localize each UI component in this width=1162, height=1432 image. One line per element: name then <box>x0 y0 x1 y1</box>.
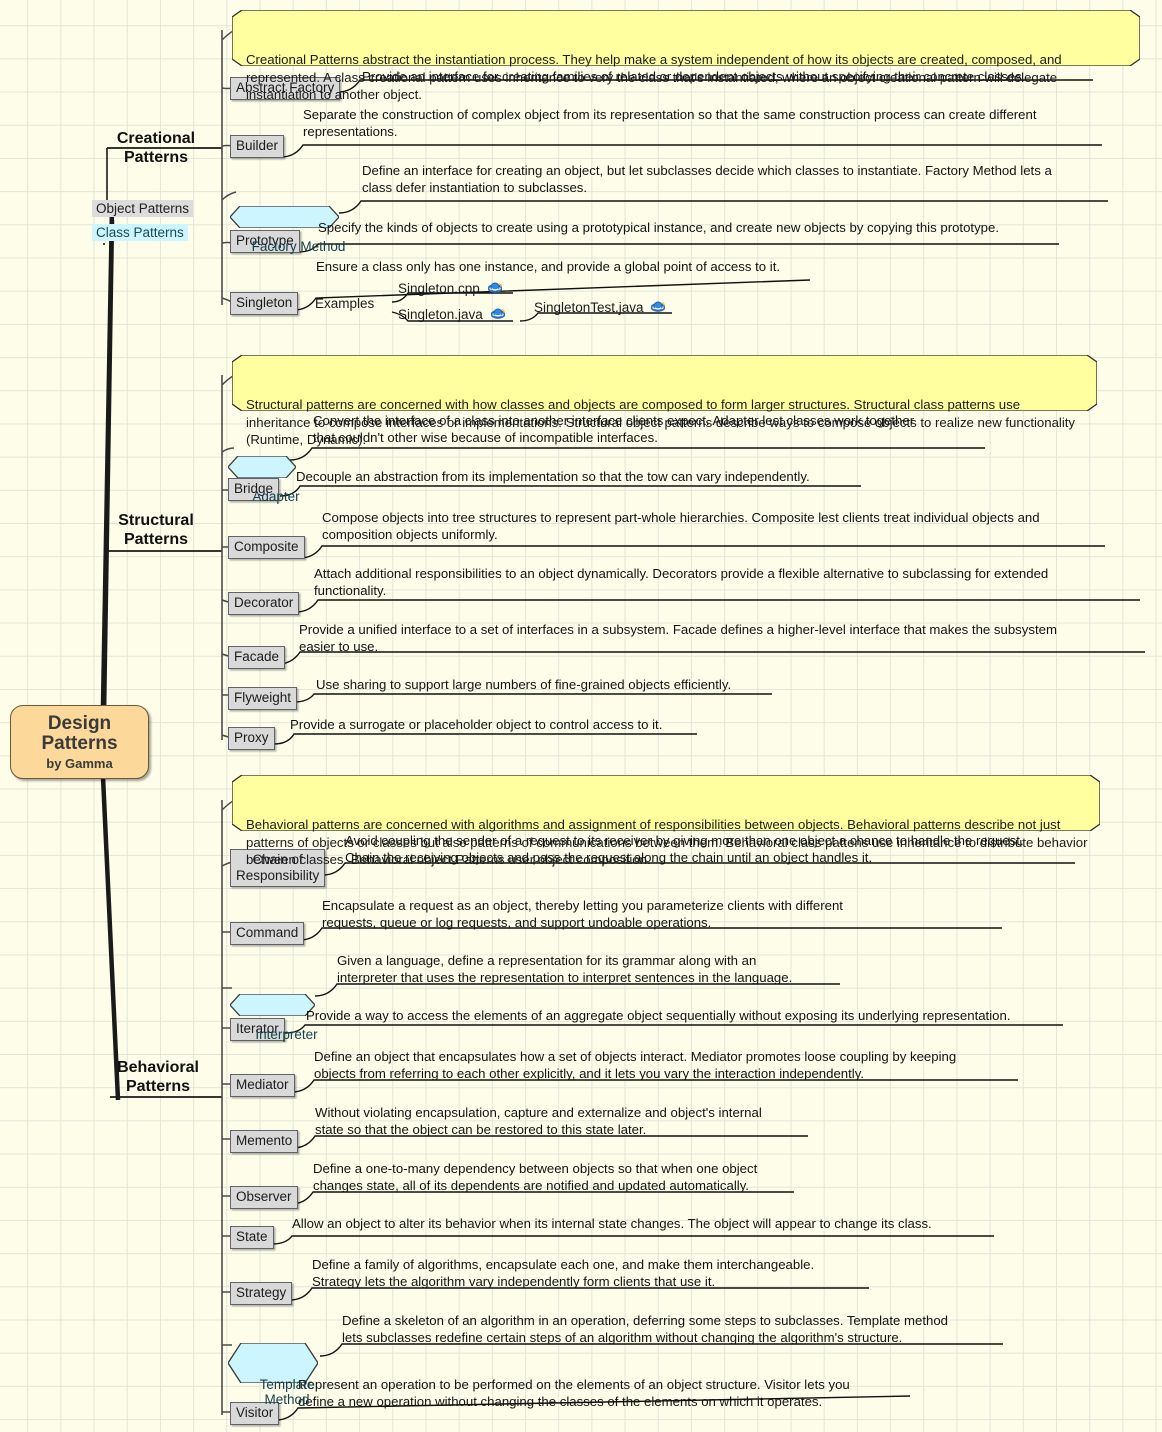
example-singleton-java[interactable]: Singleton.java <box>398 307 506 322</box>
legend-class-patterns[interactable]: Class Patterns <box>92 224 188 241</box>
pattern-label: Interpreter <box>255 1026 318 1042</box>
browser-link-icon <box>650 300 666 314</box>
desc-strategy: Define a family of algorithms, encapsula… <box>312 1257 815 1289</box>
browser-link-icon <box>487 281 503 295</box>
desc-singleton: Ensure a class only has one instance, an… <box>316 259 781 274</box>
pattern-label: Adapter <box>252 488 300 504</box>
desc-proxy: Provide a surrogate or placeholder objec… <box>290 717 663 732</box>
desc-builder: Separate the construction of complex obj… <box>303 107 1037 139</box>
pattern-node-decorator[interactable]: Decorator <box>228 592 300 615</box>
pattern-node-singleton[interactable]: Singleton <box>230 292 299 315</box>
desc-iterator: Provide a way to access the elements of … <box>306 1008 1011 1023</box>
pattern-node-state[interactable]: State <box>230 1226 274 1249</box>
branch-title-creational[interactable]: Creational Patterns <box>104 129 208 167</box>
note-structural-text: Structural patterns are concerned with h… <box>246 397 1076 447</box>
browser-link-icon <box>490 307 506 321</box>
example-label: Singleton.cpp <box>398 281 480 296</box>
desc-prototype: Specify the kinds of objects to create u… <box>318 220 1000 235</box>
desc-flyweight: Use sharing to support large numbers of … <box>316 677 732 692</box>
desc-interpreter: Given a language, define a representatio… <box>337 953 793 985</box>
desc-bridge: Decouple an abstraction from its impleme… <box>296 469 810 484</box>
pattern-node-flyweight[interactable]: Flyweight <box>228 687 298 710</box>
desc-mediator: Define an object that encapsulates how a… <box>314 1049 957 1081</box>
desc-factory-method: Define an interface for creating an obje… <box>362 163 1052 195</box>
note-creational-text: Creational Patterns abstract the instant… <box>246 52 1062 102</box>
example-singleton-cpp[interactable]: Singleton.cpp <box>398 281 503 296</box>
pattern-node-mediator[interactable]: Mediator <box>230 1074 295 1097</box>
legend-object-patterns[interactable]: Object Patterns <box>92 200 194 217</box>
example-label: Singleton.java <box>398 307 483 322</box>
pattern-node-builder[interactable]: Builder <box>230 135 285 158</box>
pattern-node-observer[interactable]: Observer <box>230 1186 298 1209</box>
desc-composite: Compose objects into tree structures to … <box>322 510 1040 542</box>
hexagon-shape <box>228 455 296 478</box>
pattern-node-memento[interactable]: Memento <box>230 1130 299 1153</box>
pattern-node-command[interactable]: Command <box>230 922 305 945</box>
hexagon-shape <box>230 993 315 1016</box>
pattern-node-composite[interactable]: Composite <box>228 536 305 559</box>
root-title-line1: Design <box>47 712 112 734</box>
desc-command: Encapsulate a request as an object, ther… <box>322 898 843 930</box>
note-structural[interactable]: Structural patterns are concerned with h… <box>232 355 1097 447</box>
desc-observer: Define a one-to-many dependency between … <box>313 1161 758 1193</box>
pattern-node-facade[interactable]: Facade <box>228 646 286 669</box>
root-author: by Gamma <box>46 755 113 771</box>
note-behavioral-text: Behavioral patterns are concerned with a… <box>246 817 1088 867</box>
root-node[interactable]: Design Patterns by Gamma <box>10 705 149 779</box>
example-singleton-test-java[interactable]: SingletonTest.java <box>534 300 666 315</box>
desc-visitor: Represent an operation to be performed o… <box>298 1377 850 1409</box>
singleton-examples-label[interactable]: Examples <box>315 296 374 311</box>
pattern-node-strategy[interactable]: Strategy <box>230 1282 293 1305</box>
branch-title-behavioral[interactable]: Behavioral Patterns <box>106 1058 210 1096</box>
pattern-node-proxy[interactable]: Proxy <box>228 727 275 750</box>
root-title-line2: Patterns <box>41 732 118 754</box>
note-behavioral[interactable]: Behavioral patterns are concerned with a… <box>232 775 1100 867</box>
example-label: SingletonTest.java <box>534 300 644 315</box>
pattern-label: Factory Method <box>251 238 346 254</box>
desc-decorator: Attach additional responsibilities to an… <box>314 566 1049 598</box>
desc-template-method: Define a skeleton of an algorithm in an … <box>342 1313 948 1345</box>
desc-state: Allow an object to alter its behavior wh… <box>292 1216 932 1231</box>
note-creational[interactable]: Creational Patterns abstract the instant… <box>232 10 1140 102</box>
desc-memento: Without violating encapsulation, capture… <box>315 1105 762 1137</box>
branch-title-structural[interactable]: Structural Patterns <box>104 511 208 549</box>
pattern-label: Template Method <box>259 1376 315 1408</box>
desc-facade: Provide a unified interface to a set of … <box>299 622 1057 654</box>
